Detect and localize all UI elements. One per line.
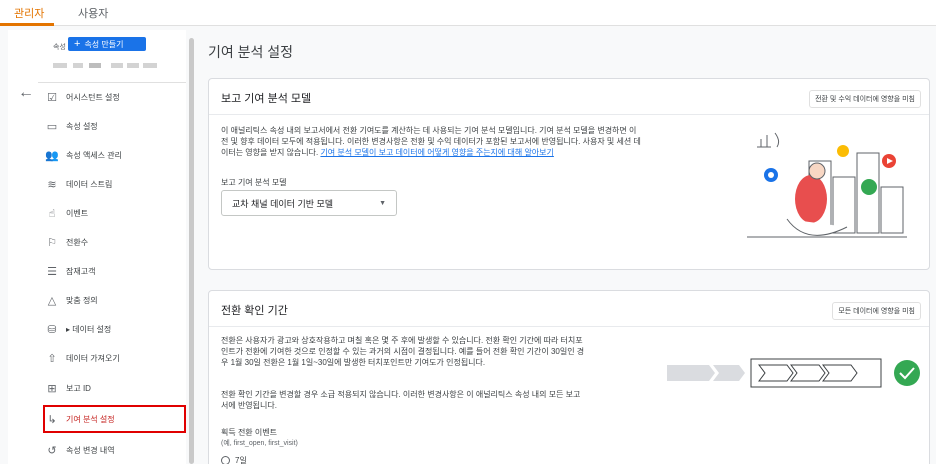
card-description: 이 애널리틱스 속성 내의 보고서에서 전환 기여도를 계산하는 데 사용되는 … <box>221 126 641 157</box>
attribution-model-select[interactable]: 교차 채널 데이터 기반 모델 ▼ <box>221 190 397 216</box>
learn-more-link[interactable]: 기여 분석 모델이 보고 데이터에 어떻게 영향을 주는지에 대해 알아보기 <box>320 148 553 157</box>
sidebar-item-data-streams[interactable]: ≋ 데이터 스트림 <box>38 173 186 195</box>
sidebar-item-events[interactable]: ☝ 이벤트 <box>38 202 186 224</box>
select-value: 교차 채널 데이터 기반 모델 <box>232 198 334 209</box>
custom-definitions-icon: △ <box>47 294 57 307</box>
audience-icon: ☰ <box>47 265 57 278</box>
create-property-label: 속성 만들기 <box>84 39 124 49</box>
sidebar-item-custom-definitions[interactable]: △ 맞춤 정의 <box>38 289 186 311</box>
sidebar-item-data-import[interactable]: ⇧ 데이터 가져오기 <box>38 347 186 369</box>
sidebar-item-property-change-history[interactable]: ↺ 속성 변경 내역 <box>38 439 186 461</box>
card-header: 보고 기여 분석 모델 전환 및 수익 데이터에 영향을 미침 <box>209 79 929 115</box>
lookback-option-7-days[interactable]: 7일 <box>221 455 247 464</box>
radio-button[interactable] <box>221 456 230 464</box>
property-label: 속성 <box>53 44 66 51</box>
back-arrow-icon[interactable]: ← <box>18 85 34 101</box>
sidebar-item-attribution-settings[interactable]: ↳ 기여 분석 설정 <box>38 408 186 430</box>
data-stream-icon: ≋ <box>47 178 57 191</box>
sidebar-item-setup-assistant[interactable]: ☑ 어시스턴트 설정 <box>38 86 186 108</box>
reporting-id-icon: ⊞ <box>47 382 57 395</box>
acquisition-events-example: (예, first_open, first_visit) <box>221 440 298 447</box>
checkbox-icon: ☑ <box>47 91 57 104</box>
lookback-description: 전환은 사용자가 광고와 상호작용하고 며칠 혹은 몇 주 후에 발생할 수 있… <box>221 336 585 367</box>
select-label: 보고 기여 분석 모델 <box>221 178 287 187</box>
tab-admin[interactable]: 관리자 <box>14 5 44 21</box>
page-title: 기여 분석 설정 <box>208 44 294 60</box>
lookback-window-card: 전환 확인 기간 모든 데이터에 영향을 미침 전환은 사용자가 광고와 상호작… <box>208 290 930 464</box>
property-selector[interactable] <box>53 63 173 70</box>
plus-icon: + <box>74 37 81 50</box>
radio-label: 7일 <box>235 456 247 464</box>
lookback-window-illustration <box>667 358 920 388</box>
sidebar-item-property-access[interactable]: 👥 속성 액세스 관리 <box>38 144 186 166</box>
create-property-button[interactable]: + 속성 만들기 <box>68 37 146 51</box>
sidebar-item-reporting-id[interactable]: ⊞ 보고 ID <box>38 377 186 399</box>
person-illustration <box>747 132 907 238</box>
active-tab-indicator <box>0 23 54 26</box>
property-settings-icon: ▭ <box>46 120 58 133</box>
database-icon: ⛁ <box>47 323 57 336</box>
dropdown-arrow-icon: ▼ <box>379 199 386 207</box>
history-icon: ↺ <box>47 444 57 457</box>
tab-user[interactable]: 사용자 <box>78 5 108 21</box>
divider <box>38 82 186 83</box>
card-title: 전환 확인 기간 <box>221 305 288 317</box>
sidebar-item-data-settings[interactable]: ⛁ ▸ 데이터 설정 <box>38 318 186 340</box>
sidebar-item-conversions[interactable]: ⚐ 전환수 <box>38 231 186 253</box>
sidebar-scrollbar[interactable] <box>189 38 194 464</box>
impact-badge: 모든 데이터에 영향을 미침 <box>832 302 921 320</box>
impact-badge: 전환 및 수익 데이터에 영향을 미침 <box>809 90 921 108</box>
card-header: 전환 확인 기간 모든 데이터에 영향을 미침 <box>209 291 929 327</box>
sidebar-item-property-settings[interactable]: ▭ 속성 설정 <box>38 115 186 137</box>
sidebar-item-audiences[interactable]: ☰ 잠재고객 <box>38 260 186 282</box>
reporting-attribution-model-card: 보고 기여 분석 모델 전환 및 수익 데이터에 영향을 미침 이 애널리틱스 … <box>208 78 930 270</box>
touch-icon: ☝ <box>48 207 56 220</box>
card-title: 보고 기여 분석 모델 <box>221 93 312 105</box>
top-bar: 관리자 사용자 <box>0 0 936 26</box>
flag-icon: ⚐ <box>47 236 57 249</box>
acquisition-events-label: 획득 전환 이벤트 <box>221 428 277 437</box>
retroactive-note: 전환 확인 기간을 변경할 경우 소급 적용되지 않습니다. 이러한 변경사항은… <box>221 390 581 410</box>
upload-icon: ⇧ <box>47 352 57 365</box>
people-icon: 👥 <box>45 149 59 162</box>
attribution-icon: ↳ <box>47 413 57 426</box>
